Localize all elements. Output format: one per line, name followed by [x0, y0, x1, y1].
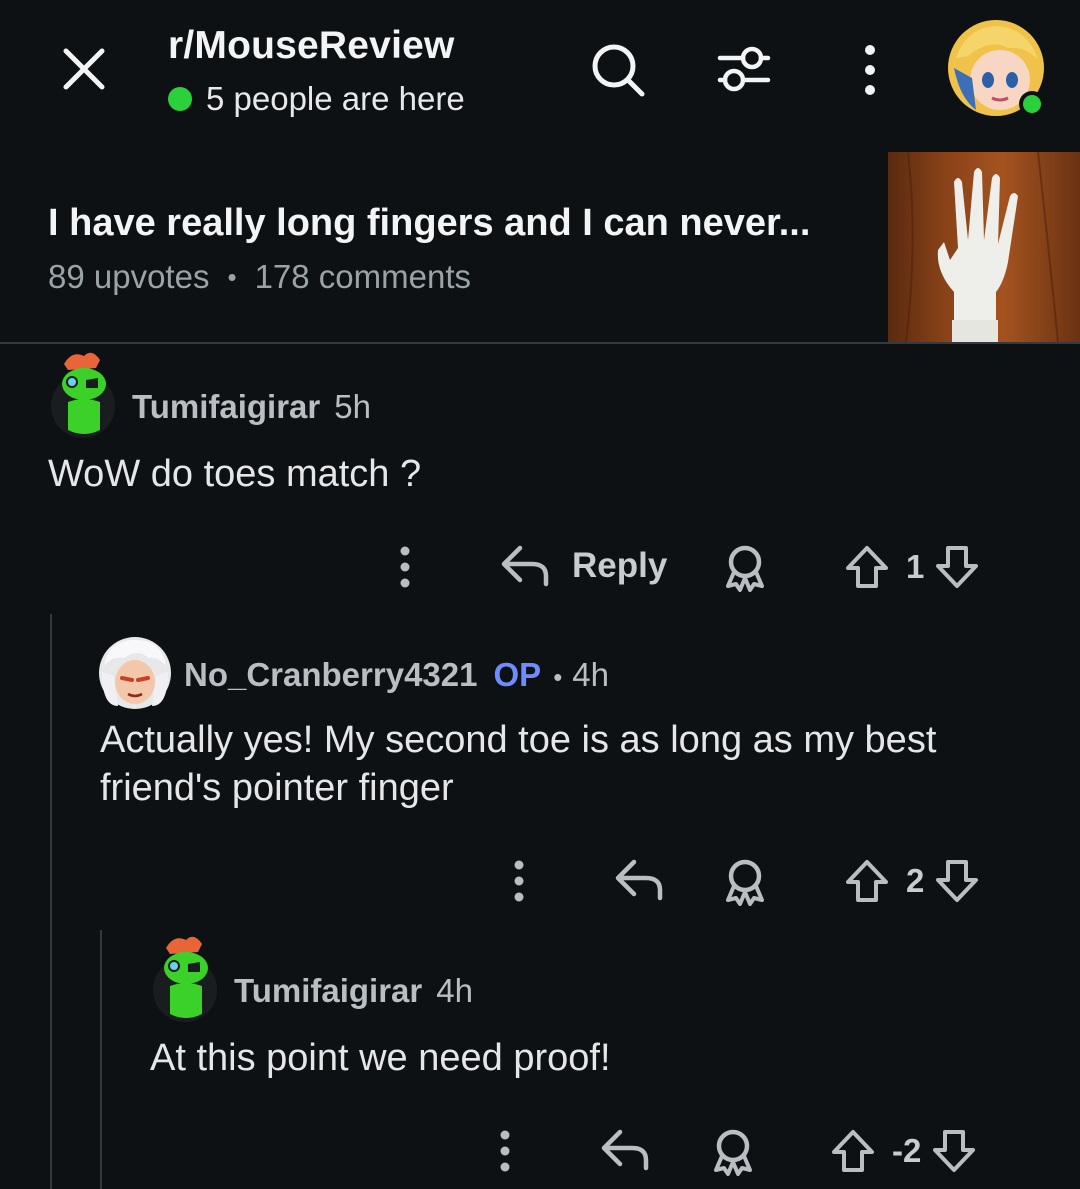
op-avatar[interactable]	[98, 636, 172, 710]
meta-separator: •	[227, 261, 237, 292]
snoo-avatar[interactable]	[50, 350, 116, 440]
comment-options-icon[interactable]	[398, 546, 412, 588]
post-meta: 89 upvotes • 178 comments	[48, 258, 471, 296]
comment-options-icon[interactable]	[498, 1130, 512, 1172]
post-thumbnail[interactable]	[888, 152, 1080, 342]
comment-body: WoW do toes match ?	[48, 453, 422, 495]
comment-time: 4h	[436, 972, 473, 1009]
comment-body: Actually yes! My second toe is as long a…	[100, 719, 937, 809]
comment-header: No_Cranberry4321 OP • 4h	[184, 656, 609, 694]
comment-header: Tumifaigirar 4h	[234, 972, 473, 1010]
comment-header: Tumifaigirar 5h	[132, 388, 371, 426]
post-divider	[0, 342, 1080, 344]
upvote-icon[interactable]	[830, 1128, 876, 1174]
reply-button[interactable]: Reply	[500, 544, 667, 588]
upvote-icon[interactable]	[844, 858, 890, 904]
vote-count: 2	[906, 862, 925, 899]
online-dot-icon	[168, 87, 192, 111]
award-icon[interactable]	[720, 858, 770, 906]
user-avatar[interactable]	[946, 18, 1050, 122]
award-icon[interactable]	[708, 1128, 758, 1176]
presence-indicator: 5 people are here	[168, 80, 465, 118]
op-badge: OP	[493, 656, 542, 693]
reply-icon[interactable]	[614, 858, 664, 902]
thread-line	[50, 614, 52, 1189]
post-title[interactable]: I have really long fingers and I can nev…	[48, 202, 810, 245]
downvote-icon[interactable]	[934, 544, 980, 590]
reply-icon[interactable]	[600, 1128, 650, 1172]
comment-count: 178 comments	[254, 258, 472, 295]
comment-username[interactable]: Tumifaigirar	[234, 972, 422, 1010]
comment-separator: •	[553, 662, 563, 692]
comment-time: 4h	[572, 656, 610, 693]
comment-username[interactable]: Tumifaigirar	[132, 388, 320, 426]
vote-controls: 1	[844, 544, 980, 590]
subreddit-name[interactable]: r/MouseReview	[168, 24, 455, 68]
upvote-count: 89 upvotes	[48, 258, 210, 295]
filter-icon[interactable]	[716, 42, 772, 98]
presence-text: 5 people are here	[206, 80, 465, 117]
close-icon[interactable]	[60, 45, 108, 93]
thread-line	[100, 930, 102, 1189]
upvote-icon[interactable]	[844, 544, 890, 590]
downvote-icon[interactable]	[931, 1128, 977, 1174]
search-icon[interactable]	[588, 40, 648, 100]
more-options-icon[interactable]	[858, 42, 882, 98]
award-icon[interactable]	[720, 544, 770, 592]
reply-icon	[500, 544, 550, 588]
vote-controls: -2	[830, 1128, 977, 1174]
vote-controls: 2	[844, 858, 980, 904]
comment-body: At this point we need proof!	[150, 1037, 611, 1079]
reply-label: Reply	[572, 546, 668, 585]
snoo-avatar[interactable]	[152, 934, 218, 1024]
vote-count: 1	[906, 548, 925, 585]
comment-time: 5h	[334, 388, 371, 425]
downvote-icon[interactable]	[934, 858, 980, 904]
comment-options-icon[interactable]	[512, 860, 526, 902]
vote-count: -2	[892, 1132, 922, 1169]
comment-username[interactable]: No_Cranberry4321	[184, 656, 478, 694]
